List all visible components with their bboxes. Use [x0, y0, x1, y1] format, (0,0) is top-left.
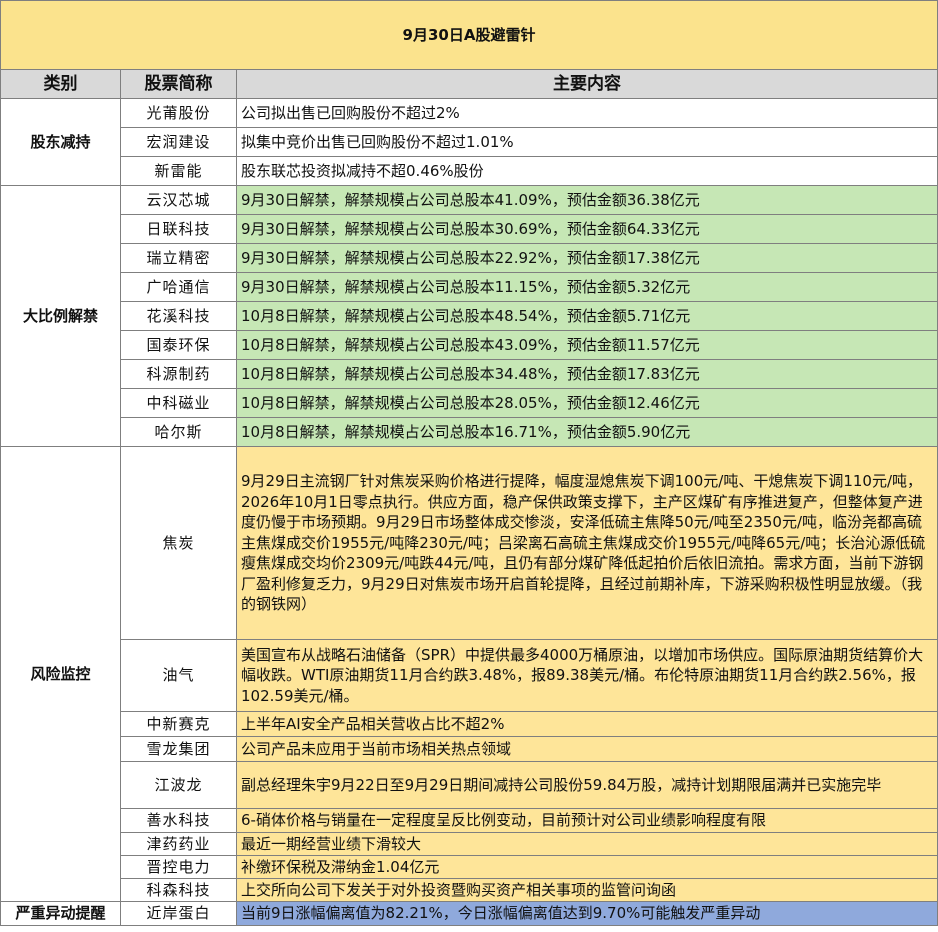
- header-row: 类别 股票简称 主要内容: [0, 69, 938, 99]
- row-content: 6-硝体价格与销量在一定程度呈反比例变动，目前预计对公司业绩影响程度有限: [235, 808, 938, 833]
- table-row: 股东减持 光莆股份 公司拟出售已回购股份不超过2%: [0, 98, 938, 186]
- table-row: 善水科技 6-硝体价格与销量在一定程度呈反比例变动，目前预计对公司业绩影响程度有…: [1, 808, 938, 833]
- row-content: 股东联芯投资拟减持不超0.46%股份: [235, 156, 938, 186]
- table-row: 广哈通信 9月30日解禁，解禁规模占公司总股本11.15%，预估金额5.32亿元: [1, 272, 938, 302]
- stock-name: 云汉芯城: [120, 185, 237, 215]
- row-content: 10月8日解禁，解禁规模占公司总股本43.09%，预估金额11.57亿元: [235, 330, 938, 360]
- row-content: 9月30日解禁，解禁规模占公司总股本11.15%，预估金额5.32亿元: [235, 272, 938, 302]
- table-row: 科源制药 10月8日解禁，解禁规模占公司总股本34.48%，预估金额17.83亿…: [1, 359, 938, 389]
- stock-name: 科森科技: [120, 878, 237, 902]
- table-row: 雪龙集团 公司产品未应用于当前市场相关热点领域: [1, 736, 938, 762]
- stock-name: 津药药业: [120, 832, 237, 856]
- table-row: 花溪科技 10月8日解禁，解禁规模占公司总股本48.54%，预估金额5.71亿元: [1, 301, 938, 331]
- row-content: 10月8日解禁，解禁规模占公司总股本34.48%，预估金额17.83亿元: [235, 359, 938, 389]
- table-row: 中科磁业 10月8日解禁，解禁规模占公司总股本28.05%，预估金额12.46亿…: [1, 388, 938, 418]
- stock-name: 光莆股份: [120, 98, 237, 128]
- stock-name: 焦炭: [120, 446, 237, 640]
- table-row: 宏润建设 拟集中竞价出售已回购股份不超过1.01%: [1, 127, 938, 157]
- table-row: 晋控电力 补缴环保税及滞纳金1.04亿元: [1, 855, 938, 879]
- stock-name: 日联科技: [120, 214, 237, 244]
- stock-name: 广哈通信: [120, 272, 237, 302]
- row-content: 上半年AI安全产品相关营收占比不超2%: [235, 711, 938, 737]
- stock-name: 中新赛克: [120, 711, 237, 737]
- table-row: 哈尔斯 10月8日解禁，解禁规模占公司总股本16.71%，预估金额5.90亿元: [1, 417, 938, 447]
- stock-name: 雪龙集团: [120, 736, 237, 762]
- row-content: 当前9日涨幅偏离值为82.21%，今日涨幅偏离值达到9.70%可能触发严重异动: [235, 901, 938, 926]
- table-row: 瑞立精密 9月30日解禁，解禁规模占公司总股本22.92%，预估金额17.38亿…: [1, 243, 938, 273]
- header-stock: 股票简称: [120, 69, 237, 99]
- table-row: 国泰环保 10月8日解禁，解禁规模占公司总股本43.09%，预估金额11.57亿…: [1, 330, 938, 360]
- row-content: 最近一期经营业绩下滑较大: [235, 832, 938, 856]
- row-content: 公司产品未应用于当前市场相关热点领域: [235, 736, 938, 762]
- stock-name: 油气: [120, 639, 237, 712]
- row-content: 10月8日解禁，解禁规模占公司总股本28.05%，预估金额12.46亿元: [235, 388, 938, 418]
- avoid-mine-table: 9月30日A股避雷针 类别 股票简称 主要内容 股东减持 光莆股份 公司拟出售已…: [0, 0, 938, 926]
- category-severe-alert: 严重异动提醒: [0, 901, 121, 926]
- stock-name: 科源制药: [120, 359, 237, 389]
- stock-name: 近岸蛋白: [120, 901, 237, 926]
- table-row: 中新赛克 上半年AI安全产品相关营收占比不超2%: [1, 711, 938, 737]
- table-row: 日联科技 9月30日解禁，解禁规模占公司总股本30.69%，预估金额64.33亿…: [1, 214, 938, 244]
- category-risk-monitor: 风险监控: [0, 446, 121, 902]
- table-row: 风险监控 焦炭 9月29日主流钢厂针对焦炭采购价格进行提降，幅度湿熄焦炭下调10…: [0, 446, 938, 902]
- stock-name: 哈尔斯: [120, 417, 237, 447]
- table-row: 大比例解禁 云汉芯城 9月30日解禁，解禁规模占公司总股本41.09%，预估金额…: [0, 185, 938, 447]
- table-row: 科森科技 上交所向公司下发关于对外投资暨购买资产相关事项的监管问询函: [1, 878, 938, 902]
- stock-name: 中科磁业: [120, 388, 237, 418]
- header-category: 类别: [0, 69, 121, 99]
- stock-name: 善水科技: [120, 808, 237, 833]
- row-content: 拟集中竞价出售已回购股份不超过1.01%: [235, 127, 938, 157]
- row-content: 9月30日解禁，解禁规模占公司总股本41.09%，预估金额36.38亿元: [235, 185, 938, 215]
- table-row: 严重异动提醒 近岸蛋白 当前9日涨幅偏离值为82.21%，今日涨幅偏离值达到9.…: [0, 901, 938, 926]
- stock-name: 宏润建设: [120, 127, 237, 157]
- row-content: 10月8日解禁，解禁规模占公司总股本48.54%，预估金额5.71亿元: [235, 301, 938, 331]
- category-shareholder-reduction: 股东减持: [0, 98, 121, 186]
- stock-name: 江波龙: [120, 761, 237, 809]
- table-row: 江波龙 副总经理朱宇9月22日至9月29日期间减持公司股份59.84万股，减持计…: [1, 761, 938, 809]
- stock-name: 新雷能: [120, 156, 237, 186]
- row-content: 公司拟出售已回购股份不超过2%: [235, 98, 938, 128]
- table-row: 津药药业 最近一期经营业绩下滑较大: [1, 832, 938, 856]
- header-content: 主要内容: [235, 69, 938, 99]
- stock-name: 晋控电力: [120, 855, 237, 879]
- row-content: 美国宣布从战略石油储备（SPR）中提供最多4000万桶原油，以增加市场供应。国际…: [235, 639, 938, 712]
- row-content: 副总经理朱宇9月22日至9月29日期间减持公司股份59.84万股，减持计划期限届…: [235, 761, 938, 809]
- row-content: 10月8日解禁，解禁规模占公司总股本16.71%，预估金额5.90亿元: [235, 417, 938, 447]
- table-row: 新雷能 股东联芯投资拟减持不超0.46%股份: [1, 156, 938, 186]
- row-content: 9月29日主流钢厂针对焦炭采购价格进行提降，幅度湿熄焦炭下调100元/吨、干熄焦…: [235, 446, 938, 640]
- row-content: 补缴环保税及滞纳金1.04亿元: [235, 855, 938, 879]
- stock-name: 瑞立精密: [120, 243, 237, 273]
- table-row: 油气 美国宣布从战略石油储备（SPR）中提供最多4000万桶原油，以增加市场供应…: [1, 639, 938, 712]
- row-content: 9月30日解禁，解禁规模占公司总股本22.92%，预估金额17.38亿元: [235, 243, 938, 273]
- table-title: 9月30日A股避雷针: [0, 0, 938, 70]
- category-large-unlock: 大比例解禁: [0, 185, 121, 447]
- row-content: 上交所向公司下发关于对外投资暨购买资产相关事项的监管问询函: [235, 878, 938, 902]
- stock-name: 花溪科技: [120, 301, 237, 331]
- stock-name: 国泰环保: [120, 330, 237, 360]
- row-content: 9月30日解禁，解禁规模占公司总股本30.69%，预估金额64.33亿元: [235, 214, 938, 244]
